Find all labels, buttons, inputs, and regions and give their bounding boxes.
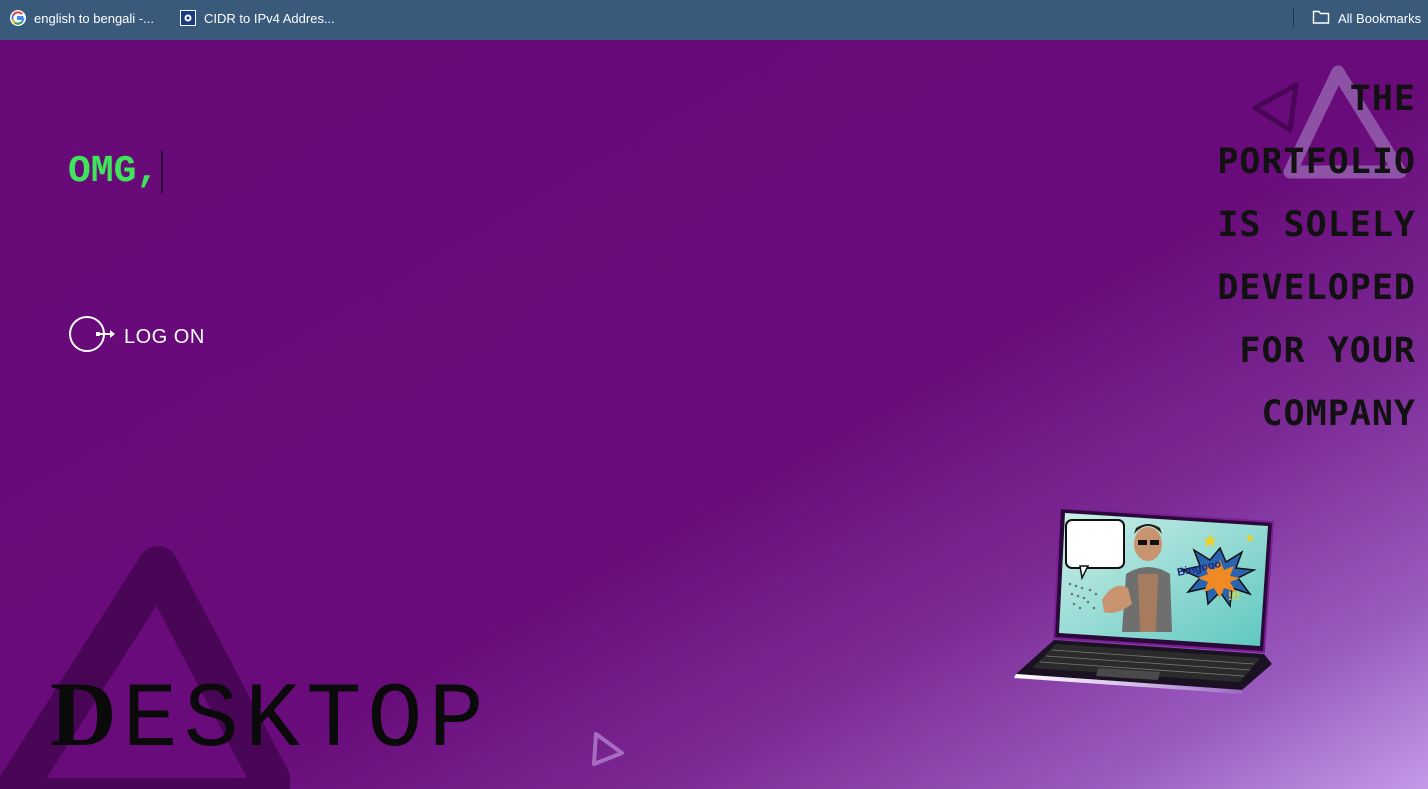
svg-text:!!!: !!! bbox=[1228, 589, 1240, 603]
google-icon bbox=[10, 10, 26, 26]
tagline-line: FOR YOUR bbox=[1239, 331, 1416, 371]
title-first-letter: D bbox=[50, 663, 123, 765]
all-bookmarks-button[interactable]: All Bookmarks bbox=[1312, 8, 1421, 28]
greeting-heading: OMG, bbox=[68, 150, 164, 193]
bookmark-label: CIDR to IPv4 Addres... bbox=[204, 10, 335, 26]
greeting-text: OMG, bbox=[68, 150, 160, 193]
desktop-title: DESKTOP bbox=[50, 668, 490, 767]
log-on-label: LOG ON bbox=[124, 326, 205, 348]
laptop-illustration: Bingooo !!! bbox=[1014, 506, 1275, 694]
triangle-decoration-tiny bbox=[592, 732, 624, 766]
title-rest: ESKTOP bbox=[122, 668, 490, 773]
tagline: THE PORTFOLIO IS SOLELY DEVELOPED FOR YO… bbox=[1217, 68, 1416, 446]
typing-caret bbox=[161, 150, 164, 193]
bookmark-cidr-to-ipv4[interactable]: CIDR to IPv4 Addres... bbox=[180, 8, 335, 28]
logon-icon bbox=[68, 315, 116, 360]
tagline-line: THE bbox=[1349, 79, 1416, 119]
bookmarks-bar: english to bengali -... CIDR to IPv4 Add… bbox=[0, 0, 1428, 40]
log-on-button[interactable]: LOG ON bbox=[68, 315, 205, 360]
tagline-line: COMPANY bbox=[1261, 394, 1416, 434]
bar-divider bbox=[1293, 9, 1294, 27]
tagline-line: DEVELOPED bbox=[1217, 268, 1416, 308]
all-bookmarks-label: All Bookmarks bbox=[1338, 10, 1422, 26]
tagline-line: IS SOLELY bbox=[1217, 205, 1416, 245]
portfolio-page: OMG, LOG ON THE PORTFOLIO IS SOLELY DEVE… bbox=[0, 40, 1428, 789]
tagline-line: PORTFOLIO bbox=[1217, 142, 1416, 182]
site-icon bbox=[180, 10, 196, 26]
bookmark-english-to-bengali[interactable]: english to bengali -... bbox=[10, 8, 154, 28]
folder-icon bbox=[1312, 9, 1330, 28]
bookmark-label: english to bengali -... bbox=[34, 10, 154, 26]
